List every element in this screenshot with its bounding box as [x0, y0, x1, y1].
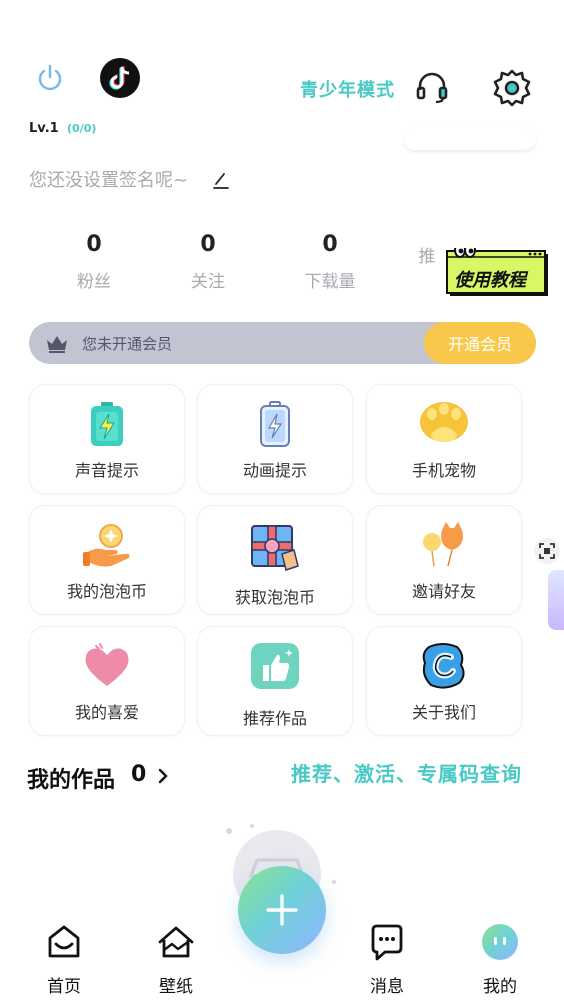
grid-tile-animation-alert[interactable]: 动画提示 [197, 384, 353, 494]
stat-label: 关注 [191, 272, 225, 292]
wallpaper-icon [158, 926, 194, 958]
tiktok-icon [109, 66, 130, 90]
grid-tile-about-us[interactable]: 关于我们 [366, 626, 522, 736]
chevron-right-icon[interactable] [157, 767, 169, 785]
pencil-icon [213, 173, 229, 189]
paw-icon [416, 399, 472, 449]
stat-value: 0 [322, 232, 338, 257]
nav-wallpaper[interactable]: 壁纸 [136, 922, 216, 997]
customer-service-button[interactable] [414, 70, 450, 106]
grid-tile-sound-alert[interactable]: 声音提示 [29, 384, 185, 494]
user-level: Lv.1 [29, 121, 59, 136]
my-works-count: 0 [131, 762, 147, 787]
teen-mode-link[interactable]: 青少年模式 [300, 76, 395, 102]
stat-label: 粉丝 [77, 272, 111, 292]
heart-icon [79, 641, 135, 691]
grid-tile-label: 关于我们 [411, 703, 476, 722]
floating-widget[interactable] [548, 570, 564, 630]
power-button[interactable] [34, 62, 66, 94]
fullscreen-button[interactable] [534, 538, 560, 564]
nav-label: 我的 [483, 977, 517, 997]
grid-tile-label: 手机宠物 [411, 461, 476, 480]
nav-label: 壁纸 [159, 977, 193, 997]
headset-icon [416, 72, 448, 104]
plus-icon [266, 894, 298, 926]
battery-outline-icon [247, 399, 303, 449]
grid-tile-phone-pet[interactable]: 手机宠物 [366, 384, 522, 494]
create-button[interactable] [238, 866, 326, 954]
level-progress: (0/0) [67, 122, 97, 135]
code-query-link[interactable]: 推荐、激活、专属码查询 [291, 758, 522, 787]
open-vip-button[interactable]: 开通会员 [424, 322, 536, 364]
nav-messages[interactable]: 消息 [347, 922, 427, 997]
grid-tile-get-coins[interactable]: 获取泡泡币 [197, 505, 353, 615]
tutorial-label: 使用教程 [454, 270, 526, 291]
home-icon [48, 925, 80, 958]
thumbs-up-icon [247, 641, 303, 691]
settings-button[interactable] [492, 68, 532, 108]
grid-tile-label: 我的泡泡币 [66, 582, 147, 601]
signature-text[interactable]: 您还没设置签名呢~ [29, 166, 188, 192]
grid-tile-label: 获取泡泡币 [234, 588, 315, 607]
grid-tile-recommend-works[interactable]: 推荐作品 [197, 626, 353, 736]
message-icon [371, 924, 403, 961]
stat-following[interactable]: 0 关注 [163, 232, 253, 292]
grid-tile-label: 推荐作品 [242, 709, 307, 728]
profile-card-edge [404, 128, 536, 150]
my-works-title[interactable]: 我的作品 [27, 762, 115, 794]
scan-icon [539, 543, 555, 559]
nav-profile[interactable]: 我的 [460, 922, 540, 997]
grid-tile-label: 我的喜爱 [74, 703, 139, 722]
stat-value: 0 [200, 232, 216, 257]
gear-icon [493, 69, 531, 107]
vip-status-text: 您未开通会员 [82, 335, 173, 353]
tutorial-button[interactable]: 使用教程 [446, 248, 550, 298]
coin-hand-icon [79, 520, 135, 570]
grid-tile-invite-friends[interactable]: 邀请好友 [366, 505, 522, 615]
profile-icon [482, 924, 518, 960]
stat-label: 下载量 [304, 272, 356, 292]
balloon-icon [416, 520, 472, 570]
stat-downloads[interactable]: 0 下载量 [285, 232, 375, 292]
grid-tile-label: 声音提示 [74, 461, 139, 480]
decor-dot [226, 828, 232, 834]
stat-value: 0 [86, 232, 102, 257]
grid-tile-label: 邀请好友 [411, 582, 476, 601]
power-icon [38, 64, 62, 91]
tiktok-button[interactable] [100, 58, 140, 98]
crown-icon [44, 332, 70, 354]
grid-tile-my-favorites[interactable]: 我的喜爱 [29, 626, 185, 736]
decor-dot [332, 880, 336, 884]
nav-home[interactable]: 首页 [24, 922, 104, 997]
stat-fans[interactable]: 0 粉丝 [49, 232, 139, 292]
nav-label: 消息 [370, 977, 404, 997]
edit-signature-button[interactable] [212, 170, 230, 190]
grid-tile-my-coins[interactable]: 我的泡泡币 [29, 505, 185, 615]
nav-label: 首页 [47, 977, 81, 997]
grid-tile-label: 动画提示 [242, 461, 307, 480]
app-logo-icon [416, 641, 472, 691]
battery-charge-icon [79, 399, 135, 449]
gift-icon [247, 522, 303, 572]
decor-dot [250, 824, 254, 828]
